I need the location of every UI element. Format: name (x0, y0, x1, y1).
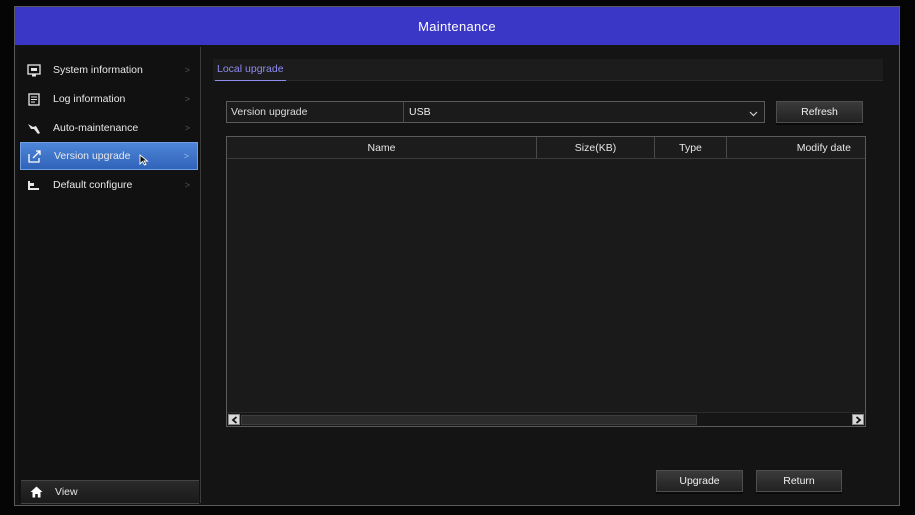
default-config-icon (25, 176, 43, 194)
file-table: Name Size(KB) Type Modify date (226, 136, 866, 427)
table-body (227, 160, 865, 410)
tab-bar: Local upgrade (213, 59, 883, 81)
scroll-left-button[interactable] (228, 414, 240, 425)
sidebar-item-label: Version upgrade (54, 150, 131, 162)
version-upgrade-label: Version upgrade (227, 102, 404, 122)
column-header-name[interactable]: Name (227, 137, 537, 158)
sidebar-item-log-information[interactable]: Log information > (20, 85, 198, 113)
wrench-icon (25, 119, 43, 137)
system-info-icon (25, 61, 43, 79)
upgrade-source-value: USB (409, 106, 431, 118)
chevron-right-icon (855, 415, 861, 424)
horizontal-scrollbar[interactable] (227, 412, 865, 426)
refresh-button[interactable]: Refresh (776, 101, 863, 123)
column-header-size[interactable]: Size(KB) (537, 137, 655, 158)
return-button[interactable]: Return (756, 470, 842, 492)
upgrade-button[interactable]: Upgrade (656, 470, 743, 492)
upgrade-icon (26, 147, 44, 165)
sidebar-item-label: Auto-maintenance (53, 122, 139, 134)
sidebar-item-default-configure[interactable]: Default configure > (20, 171, 198, 199)
maintenance-window: Maintenance System information > Log inf… (14, 6, 900, 506)
chevron-right-icon: > (184, 94, 190, 104)
log-icon (25, 90, 43, 108)
chevron-right-icon: > (184, 180, 190, 190)
chevron-right-icon: > (184, 123, 190, 133)
tab-local-upgrade[interactable]: Local upgrade (215, 63, 286, 81)
chevron-left-icon (231, 415, 237, 424)
upgrade-source-select[interactable]: USB (404, 102, 764, 122)
sidebar-item-label: Default configure (53, 179, 133, 191)
view-button[interactable]: View (21, 480, 199, 504)
scroll-right-button[interactable] (852, 414, 864, 425)
sidebar-item-label: Log information (53, 93, 126, 105)
chevron-right-icon: > (183, 151, 189, 161)
sidebar-item-label: System information (53, 64, 143, 76)
window-title: Maintenance (15, 7, 899, 45)
column-header-type[interactable]: Type (655, 137, 727, 158)
main-panel: Local upgrade Version upgrade USB Refres… (203, 47, 899, 503)
view-label: View (55, 486, 78, 498)
table-header: Name Size(KB) Type Modify date (227, 137, 865, 159)
home-icon (27, 486, 45, 498)
version-upgrade-row: Version upgrade USB (226, 101, 765, 123)
scrollbar-thumb[interactable] (241, 415, 697, 425)
column-header-modify-date[interactable]: Modify date (727, 137, 865, 158)
chevron-down-icon (749, 108, 758, 120)
mouse-pointer-icon (139, 154, 150, 169)
chevron-right-icon: > (184, 65, 190, 75)
sidebar-item-system-information[interactable]: System information > (20, 56, 198, 84)
sidebar: System information > Log information > A… (18, 47, 201, 504)
sidebar-item-version-upgrade[interactable]: Version upgrade > (20, 142, 198, 170)
sidebar-item-auto-maintenance[interactable]: Auto-maintenance > (20, 114, 198, 142)
